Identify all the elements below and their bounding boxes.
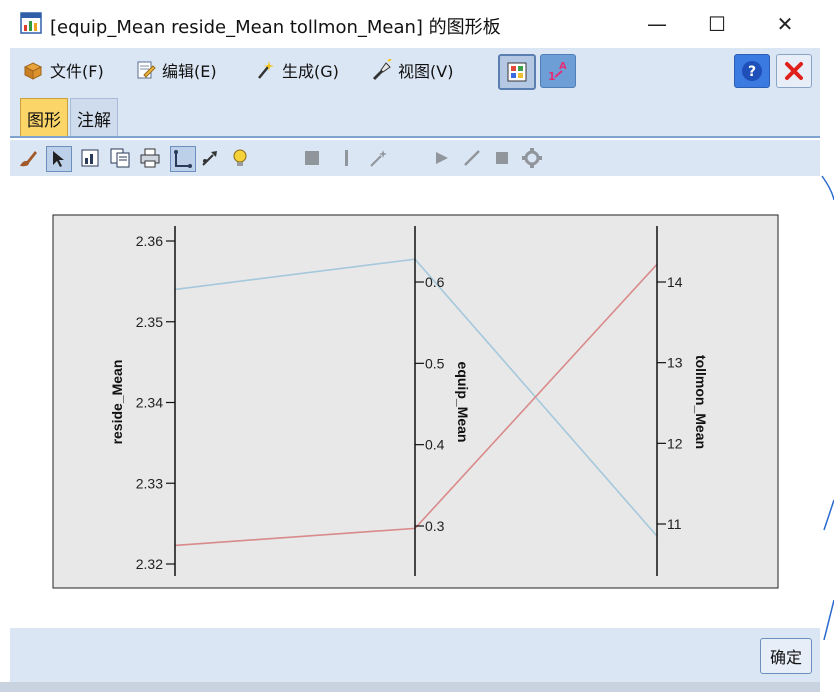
palette-icon: [507, 62, 527, 82]
tick-label: 0.3: [425, 518, 445, 534]
axis-label-equip_Mean: equip_Mean: [455, 362, 471, 443]
tab-notes[interactable]: 注解: [70, 98, 118, 137]
svg-text:A: A: [559, 61, 567, 72]
connector-tool[interactable]: [460, 146, 484, 170]
svg-text:?: ?: [748, 64, 756, 80]
tab-bar: 图形 注解: [10, 92, 820, 138]
tick-label: 13: [667, 355, 683, 371]
window-title: [equip_Mean reside_Mean tollmon_Mean] 的图…: [50, 17, 501, 38]
graph-toolbar: [10, 140, 820, 176]
graph-palette-button[interactable]: [498, 54, 536, 90]
print-tool[interactable]: [138, 146, 162, 170]
tick-label: 11: [667, 516, 682, 532]
svg-text:1: 1: [548, 70, 556, 83]
tick-label: 2.35: [136, 314, 163, 330]
connector-icon: [464, 150, 480, 166]
footer-bar: 确定: [10, 628, 820, 682]
copy-icon: [110, 148, 130, 168]
parallel-coordinates-chart: 2.32 2.33 2.34 2.35 2.36 reside_Mean 0.3 0.4 0.5…: [52, 214, 779, 589]
box-tool[interactable]: [490, 146, 514, 170]
tick-label: 12: [667, 435, 683, 451]
help-icon: ?: [742, 61, 762, 81]
menu-view-label: 视图(V): [398, 62, 454, 81]
tick-label: 14: [667, 274, 683, 290]
printer-icon: [140, 148, 160, 168]
tab-graph[interactable]: 图形: [20, 98, 68, 137]
graph-frame-tool[interactable]: [78, 146, 102, 170]
tick-label: 0.4: [425, 437, 445, 453]
taskbar-edge: [0, 682, 834, 692]
axis-label-tollmon_Mean: tollmon_Mean: [693, 355, 709, 449]
menu-file-label: 文件(F): [50, 62, 104, 81]
box-icon: [496, 152, 508, 164]
close-board-button[interactable]: [776, 54, 812, 88]
close-window-button[interactable]: ✕: [762, 8, 808, 40]
title-bar[interactable]: [equip_Mean reside_Mean tollmon_Mean] 的图…: [0, 0, 820, 48]
axis-tool[interactable]: [170, 146, 196, 172]
hint-tool[interactable]: [228, 146, 252, 170]
fill-tool[interactable]: [300, 146, 324, 170]
close-red-icon: [785, 62, 803, 80]
play-shape-icon: [436, 152, 448, 164]
square-icon: [305, 151, 319, 165]
menu-view[interactable]: 视图(V): [370, 48, 453, 92]
copy-graph-tool[interactable]: [108, 146, 132, 170]
chart-frame-icon: [81, 149, 99, 167]
close-icon: ✕: [776, 12, 794, 36]
arrows-icon: [202, 151, 217, 166]
tick-label: 0.5: [425, 355, 445, 371]
vertical-bar-icon: [345, 150, 348, 166]
sort-az-icon: A 1: [548, 61, 567, 83]
graph-board-window: [equip_Mean reside_Mean tollmon_Mean] 的图…: [0, 0, 834, 692]
tick-label: 0.6: [425, 274, 445, 290]
edit-document-icon: [137, 61, 156, 79]
background-lines: [821, 175, 834, 641]
line-weight-tool[interactable]: [334, 146, 358, 170]
menu-generate[interactable]: 生成(G): [254, 48, 339, 92]
maximize-icon: ☐: [708, 12, 726, 36]
help-button[interactable]: ?: [734, 54, 770, 88]
background-window-edge: [820, 0, 834, 692]
sparkle-wand-icon: [370, 150, 387, 167]
file-icon: [23, 62, 43, 80]
tick-label: 2.32: [136, 556, 163, 572]
menu-bar: 文件(F) 编辑(E) 生成(G) 视图(V) A 1 ?: [10, 48, 820, 92]
lightbulb-icon: [233, 149, 247, 166]
scale-tool[interactable]: [198, 146, 222, 170]
minimize-button[interactable]: —: [634, 8, 680, 40]
gear-icon: [522, 148, 542, 168]
tick-label: 2.36: [136, 233, 163, 249]
chart-pane: 2.32 2.33 2.34 2.35 2.36 reside_Mean 0.3 0.4 0.5…: [10, 176, 820, 628]
select-tool[interactable]: [46, 146, 72, 172]
tick-label: 2.34: [136, 395, 163, 411]
menu-file[interactable]: 文件(F): [22, 48, 104, 92]
wand-icon: [258, 61, 274, 79]
magic-tool[interactable]: [366, 146, 390, 170]
menu-edit[interactable]: 编辑(E): [134, 48, 217, 92]
minimize-icon: —: [647, 12, 667, 36]
marker-tool[interactable]: [520, 146, 544, 170]
ok-button[interactable]: 确定: [760, 638, 812, 674]
maximize-button[interactable]: ☐: [694, 8, 740, 40]
graph-app-icon: [20, 12, 42, 34]
shape-tool[interactable]: [430, 146, 454, 170]
axis-icon: [174, 150, 192, 168]
brush-tool[interactable]: [16, 146, 40, 170]
sort-labels-button[interactable]: A 1: [540, 54, 576, 88]
menu-generate-label: 生成(G): [282, 62, 339, 81]
tick-label: 2.33: [136, 475, 163, 491]
axis-label-reside_Mean: reside_Mean: [109, 360, 125, 445]
pointer-icon: [53, 151, 64, 167]
window-left-edge: [0, 48, 10, 682]
menu-edit-label: 编辑(E): [162, 62, 217, 81]
tab-divider: [10, 136, 820, 138]
flashlight-icon: [373, 59, 392, 80]
paintbrush-icon: [20, 151, 37, 167]
